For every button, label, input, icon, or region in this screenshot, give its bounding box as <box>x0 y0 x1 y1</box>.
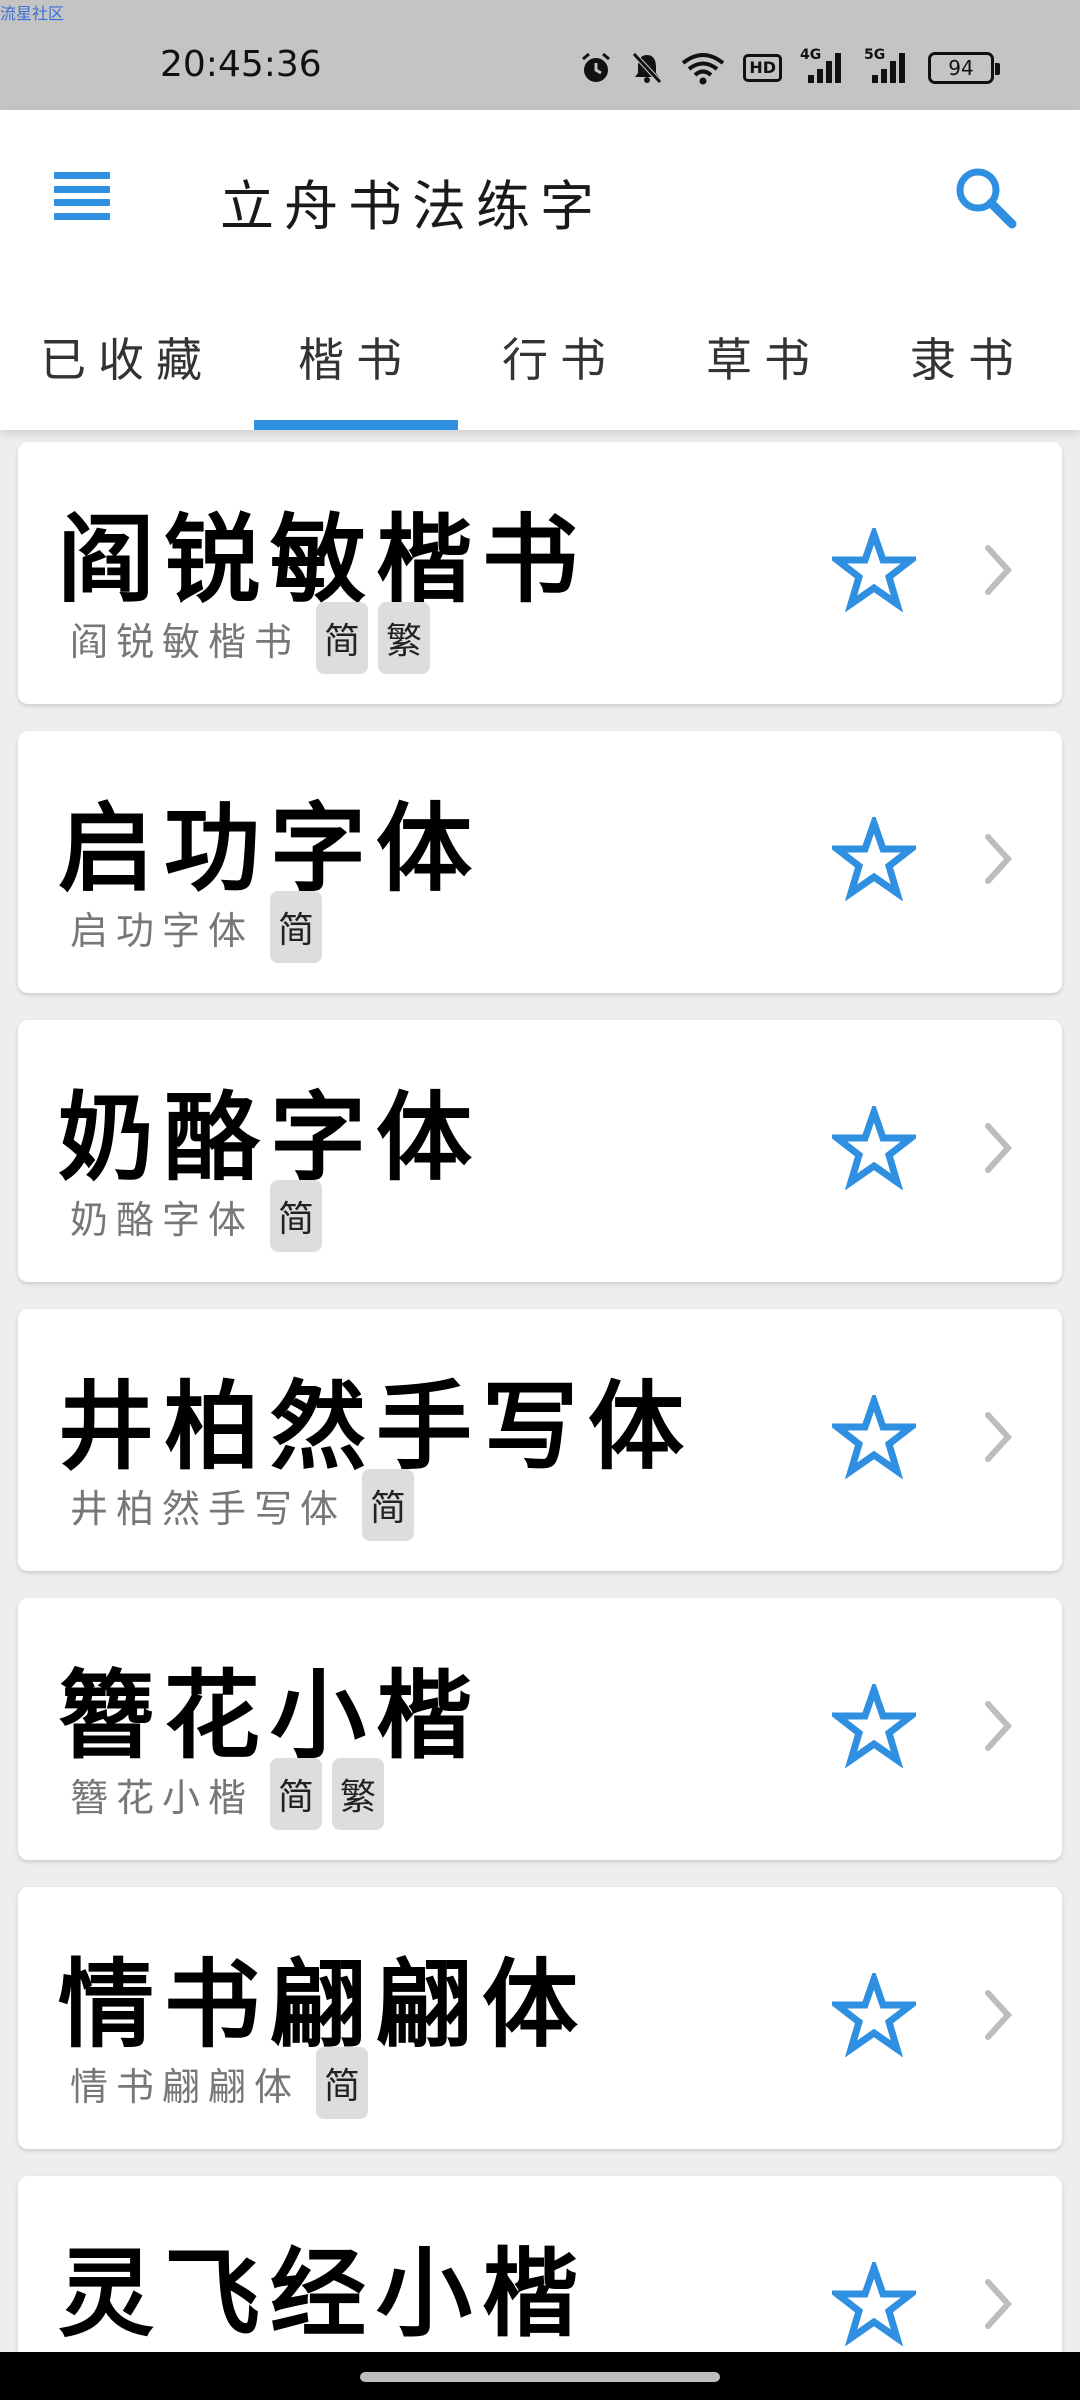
hamburger-menu-icon[interactable] <box>52 166 112 226</box>
tab-xingshu[interactable]: 行书 <box>458 290 662 430</box>
font-list: 阎锐敏楷书 阎锐敏楷书简繁启功字体 启功字体简奶酪字体 奶酪字体简井柏然手写体 井柏然手… <box>18 442 1062 2400</box>
chevron-right-icon <box>985 1990 1013 2040</box>
script-tag: 简 <box>362 1469 415 1541</box>
alarm-icon <box>582 52 611 82</box>
font-meta: 奶酪字体简 <box>70 1180 323 1252</box>
home-gesture-handle[interactable] <box>360 2372 720 2382</box>
font-card[interactable]: 簪花小楷 簪花小楷简繁 <box>18 1598 1062 1860</box>
script-tag: 简 <box>270 1758 323 1830</box>
font-preview: 情书翩翩体 <box>58 1948 588 2061</box>
hd-icon: HD <box>743 54 782 82</box>
favorite-star-icon[interactable] <box>832 1684 916 1768</box>
signal-4g-icon: 4G <box>800 47 846 83</box>
font-card[interactable]: 阎锐敏楷书 阎锐敏楷书简繁 <box>18 442 1062 704</box>
font-name: 启功字体 <box>70 908 255 953</box>
search-icon[interactable] <box>950 162 1020 232</box>
favorite-star-icon[interactable] <box>832 2262 916 2346</box>
battery-level: 94 <box>948 56 974 80</box>
font-preview: 井柏然手写体 <box>58 1370 694 1483</box>
status-icons: HD 4G 5G 94 <box>579 47 1000 86</box>
tab-caoshu[interactable]: 草书 <box>662 290 866 430</box>
font-preview: 阎锐敏楷书 <box>58 503 588 616</box>
font-card[interactable]: 情书翩翩体 情书翩翩体简 <box>18 1887 1062 2149</box>
font-name: 簪花小楷 <box>70 1775 255 1820</box>
favorite-star-icon[interactable] <box>832 528 916 612</box>
watermark-text: 流星社区 <box>0 4 65 23</box>
script-tag: 简 <box>316 602 369 674</box>
script-tag: 繁 <box>332 1758 385 1830</box>
font-meta: 情书翩翩体简 <box>70 2047 369 2119</box>
battery-icon: 94 <box>928 52 1000 84</box>
script-tag: 简 <box>270 1180 323 1252</box>
font-preview: 奶酪字体 <box>58 1081 482 1194</box>
chevron-right-icon <box>985 1701 1013 1751</box>
script-tag: 简 <box>270 891 323 963</box>
signal-5g-icon: 5G <box>864 47 910 83</box>
status-time: 20:45:36 <box>160 44 322 85</box>
tab-lishu[interactable]: 隶书 <box>866 290 1070 430</box>
wifi-icon <box>682 53 725 85</box>
favorite-star-icon[interactable] <box>832 1106 916 1190</box>
status-bar: 20:45:36 HD 4G 5G 94 <box>0 0 1080 110</box>
tab-kaishu[interactable]: 楷书 <box>254 290 458 430</box>
chevron-right-icon <box>985 1412 1013 1462</box>
font-preview: 簪花小楷 <box>58 1659 482 1772</box>
app-title: 立舟书法练字 <box>220 175 604 238</box>
favorite-star-icon[interactable] <box>832 1395 916 1479</box>
font-meta: 阎锐敏楷书简繁 <box>70 602 431 674</box>
font-name: 阎锐敏楷书 <box>70 619 301 664</box>
chevron-right-icon <box>985 545 1013 595</box>
font-card[interactable]: 启功字体 启功字体简 <box>18 731 1062 993</box>
font-name: 井柏然手写体 <box>70 1486 347 1531</box>
chevron-right-icon <box>985 2279 1013 2329</box>
navigation-bar <box>0 2352 1080 2400</box>
app-bar: 立舟书法练字 已收藏 楷书 行书 草书 隶书 <box>0 110 1080 430</box>
script-tag: 繁 <box>378 602 431 674</box>
font-card[interactable]: 奶酪字体 奶酪字体简 <box>18 1020 1062 1282</box>
mute-bell-icon <box>632 52 663 84</box>
tab-favorites[interactable]: 已收藏 <box>0 290 254 430</box>
chevron-right-icon <box>985 1123 1013 1173</box>
chevron-right-icon <box>985 834 1013 884</box>
tab-bar: 已收藏 楷书 行书 草书 隶书 <box>0 290 1080 430</box>
font-meta: 簪花小楷简繁 <box>70 1758 385 1830</box>
font-preview: 启功字体 <box>58 792 482 905</box>
font-preview: 灵飞经小楷 <box>58 2237 588 2350</box>
font-card[interactable]: 井柏然手写体 井柏然手写体简 <box>18 1309 1062 1571</box>
favorite-star-icon[interactable] <box>832 817 916 901</box>
font-meta: 井柏然手写体简 <box>70 1469 415 1541</box>
script-tag: 简 <box>316 2047 369 2119</box>
font-name: 情书翩翩体 <box>70 2064 301 2109</box>
font-name: 奶酪字体 <box>70 1197 255 1242</box>
font-meta: 启功字体简 <box>70 891 323 963</box>
favorite-star-icon[interactable] <box>832 1973 916 2057</box>
